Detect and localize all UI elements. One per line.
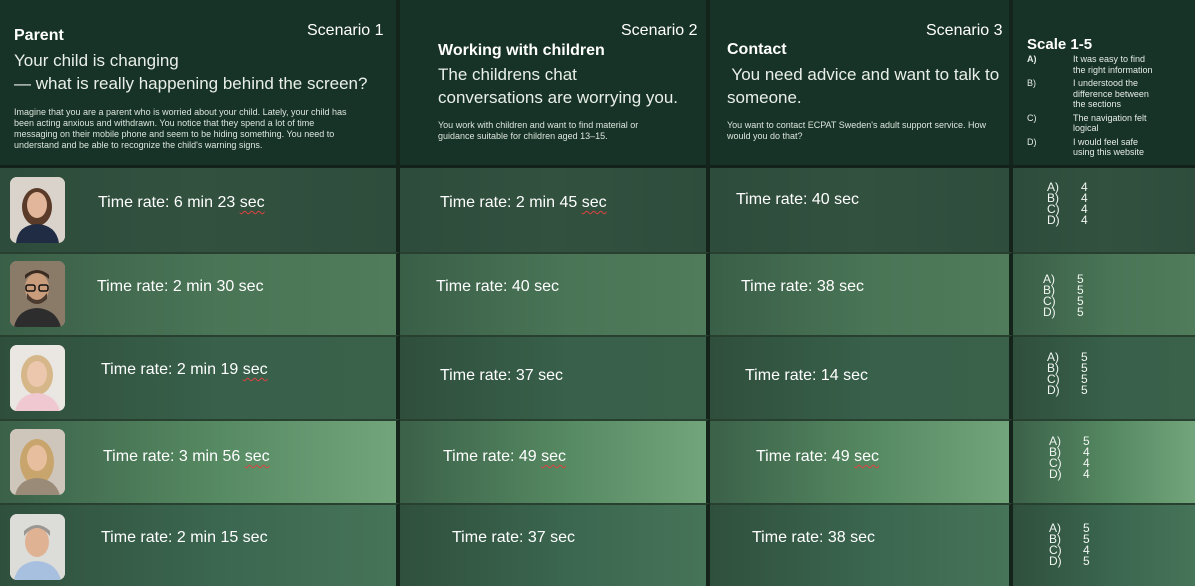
table-row-5-scenario2: Time rate: 37 sec bbox=[400, 503, 710, 586]
scenario3-header: Scenario 3 Contact You need advice and w… bbox=[710, 0, 1013, 168]
time-rate: Time rate: 2 min 30 sec bbox=[97, 278, 264, 295]
time-rate: Time rate: 37 sec bbox=[440, 367, 564, 384]
scenario3-description-2: would you do that? bbox=[727, 131, 803, 141]
table-row-1-scenario3: Time rate: 40 sec bbox=[710, 168, 1013, 252]
scale-key: A) bbox=[1027, 54, 1037, 64]
time-rate: Time rate: 40 sec bbox=[736, 191, 860, 208]
table-row-3-scenario3: Time rate: 14 sec bbox=[710, 335, 1013, 419]
rating-list: A) 4 B) 4 C) 4 D) 4 bbox=[1047, 181, 1088, 227]
scenario3-description-1: You want to contact ECPAT Sweden's adult… bbox=[727, 120, 987, 130]
scale-text: I would feel safe bbox=[1073, 136, 1139, 147]
woman-blonde-long-hair-avatar bbox=[10, 429, 65, 495]
table-row-2-scenario1: Time rate: 2 min 30 sec bbox=[0, 252, 400, 335]
scenario1-description-1: Imagine that you are a parent who is wor… bbox=[14, 107, 347, 117]
table-row-3-ratings: A) 5 B) 5 C) 5 D) 5 bbox=[1013, 335, 1195, 419]
time-rate: Time rate: 40 sec bbox=[436, 278, 560, 295]
rating-list: A) 5 B) 5 C) 5 D) 5 bbox=[1047, 351, 1088, 397]
scale-legend: A) It was easy to find the right informat… bbox=[1027, 54, 1193, 161]
time-rate: Time rate: 14 sec bbox=[745, 367, 869, 384]
scenario1-title: Parent bbox=[14, 27, 64, 44]
table-row-5-ratings: A) 5 B) 5 C) 4 D) 5 bbox=[1013, 503, 1195, 586]
scenario1-description-4: understand and be able to recognize the … bbox=[14, 140, 263, 150]
scenario2-title: Working with children bbox=[438, 42, 605, 59]
scale-text: It was easy to find bbox=[1073, 54, 1146, 64]
time-rate: Time rate: 38 sec bbox=[741, 278, 865, 295]
rating-list: A) 5 B) 5 C) 4 D) 5 bbox=[1049, 522, 1090, 568]
scale-key: D) bbox=[1027, 136, 1037, 147]
table-row-1-scenario1: Time rate: 6 min 23 sec bbox=[0, 168, 400, 252]
table-row-3-scenario2: Time rate: 37 sec bbox=[400, 335, 710, 419]
table-row-1-ratings: A) 4 B) 4 C) 4 D) 4 bbox=[1013, 168, 1195, 252]
time-rate: Time rate: 2 min 19 sec bbox=[101, 361, 268, 378]
rating-list: A) 5 B) 5 C) 5 D) 5 bbox=[1043, 273, 1084, 319]
scale-item-b: B) I understood the difference between the… bbox=[1027, 78, 1193, 110]
scale-item-c: C) The navigation felt logical bbox=[1027, 113, 1193, 134]
scenario3-subtitle-2: someone. bbox=[727, 88, 802, 107]
man-gray-hair-avatar bbox=[10, 514, 65, 580]
man-glasses-beard-avatar bbox=[10, 261, 65, 327]
scale-item-d: D) I would feel safe using this website bbox=[1027, 137, 1193, 158]
rating-line: D) 5 bbox=[1049, 554, 1090, 568]
table-row-1-scenario2: Time rate: 2 min 45 sec bbox=[400, 168, 710, 252]
scenario2-subtitle-2: conversations are worrying you. bbox=[438, 88, 679, 107]
scale-title: Scale 1-5 bbox=[1027, 36, 1093, 53]
woman-dark-hair-avatar bbox=[10, 177, 65, 243]
scenario3-tag: Scenario 3 bbox=[926, 22, 1003, 39]
rating-line: D) 4 bbox=[1047, 213, 1088, 227]
time-rate: Time rate: 6 min 23 sec bbox=[98, 194, 265, 211]
scale-text: the sections bbox=[1073, 99, 1122, 109]
scale-item-a: A) It was easy to find the right informat… bbox=[1027, 54, 1193, 75]
rating-line: D) 4 bbox=[1049, 467, 1090, 481]
time-rate: Time rate: 2 min 15 sec bbox=[101, 529, 268, 546]
scenario3-title: Contact bbox=[727, 41, 787, 58]
scale-text: difference between bbox=[1073, 88, 1149, 99]
table-row-4-ratings: A) 5 B) 4 C) 4 D) 4 bbox=[1013, 419, 1195, 503]
time-rate: Time rate: 2 min 45 sec bbox=[440, 194, 607, 211]
table-row-2-ratings: A) 5 B) 5 C) 5 D) 5 bbox=[1013, 252, 1195, 335]
results-table: Scenario 1 Parent Your child is changing… bbox=[0, 0, 1195, 586]
scenario2-subtitle-1: The childrens chat bbox=[438, 65, 577, 84]
table-row-4-scenario2: Time rate: 49 sec bbox=[400, 419, 710, 503]
scenario3-subtitle-1: You need advice and want to talk to bbox=[727, 65, 1000, 84]
scale-text: logical bbox=[1073, 123, 1099, 133]
rating-line: D) 5 bbox=[1043, 305, 1084, 319]
time-rate: Time rate: 37 sec bbox=[452, 529, 576, 546]
table-row-4-scenario1: Time rate: 3 min 56 sec bbox=[0, 419, 400, 503]
table-row-4-scenario3: Time rate: 49 sec bbox=[710, 419, 1013, 503]
scale-header: Scale 1-5 A) It was easy to find the righ… bbox=[1013, 0, 1195, 168]
table-row-5-scenario3: Time rate: 38 sec bbox=[710, 503, 1013, 586]
scenario2-description-1: You work with children and want to find … bbox=[438, 120, 639, 130]
woman-blonde-avatar bbox=[10, 345, 65, 411]
time-rate: Time rate: 3 min 56 sec bbox=[103, 448, 270, 465]
scale-key: C) bbox=[1027, 112, 1037, 123]
scenario1-subtitle-2: — what is really happening behind the sc… bbox=[14, 74, 368, 93]
table-row-2-scenario3: Time rate: 38 sec bbox=[710, 252, 1013, 335]
scale-text: using this website bbox=[1073, 147, 1145, 157]
scale-text: I understood the bbox=[1073, 78, 1139, 88]
scenario1-description-3: messaging on their mobile phone and seem… bbox=[14, 129, 335, 139]
scenario2-tag: Scenario 2 bbox=[621, 22, 698, 39]
scenario2-description-2: guidance suitable for children aged 13–1… bbox=[438, 131, 608, 141]
time-rate: Time rate: 49 sec bbox=[756, 448, 880, 465]
table-row-2-scenario2: Time rate: 40 sec bbox=[400, 252, 710, 335]
scenario1-subtitle-1: Your child is changing bbox=[14, 51, 179, 70]
scenario1-tag: Scenario 1 bbox=[307, 22, 384, 39]
scale-text: the right information bbox=[1073, 64, 1153, 75]
scale-key: B) bbox=[1027, 78, 1036, 88]
scenario1-header: Scenario 1 Parent Your child is changing… bbox=[0, 0, 400, 168]
time-rate: Time rate: 49 sec bbox=[443, 448, 567, 465]
time-rate: Time rate: 38 sec bbox=[752, 529, 876, 546]
rating-list: A) 5 B) 4 C) 4 D) 4 bbox=[1049, 435, 1090, 481]
rating-line: D) 5 bbox=[1047, 383, 1088, 397]
scenario1-description-2: been acting anxious and withdrawn. You n… bbox=[14, 118, 315, 128]
table-row-5-scenario1: Time rate: 2 min 15 sec bbox=[0, 503, 400, 586]
table-row-3-scenario1: Time rate: 2 min 19 sec bbox=[0, 335, 400, 419]
scale-text: The navigation felt bbox=[1073, 112, 1147, 123]
scenario2-header: Scenario 2 Working with children The chi… bbox=[400, 0, 710, 168]
